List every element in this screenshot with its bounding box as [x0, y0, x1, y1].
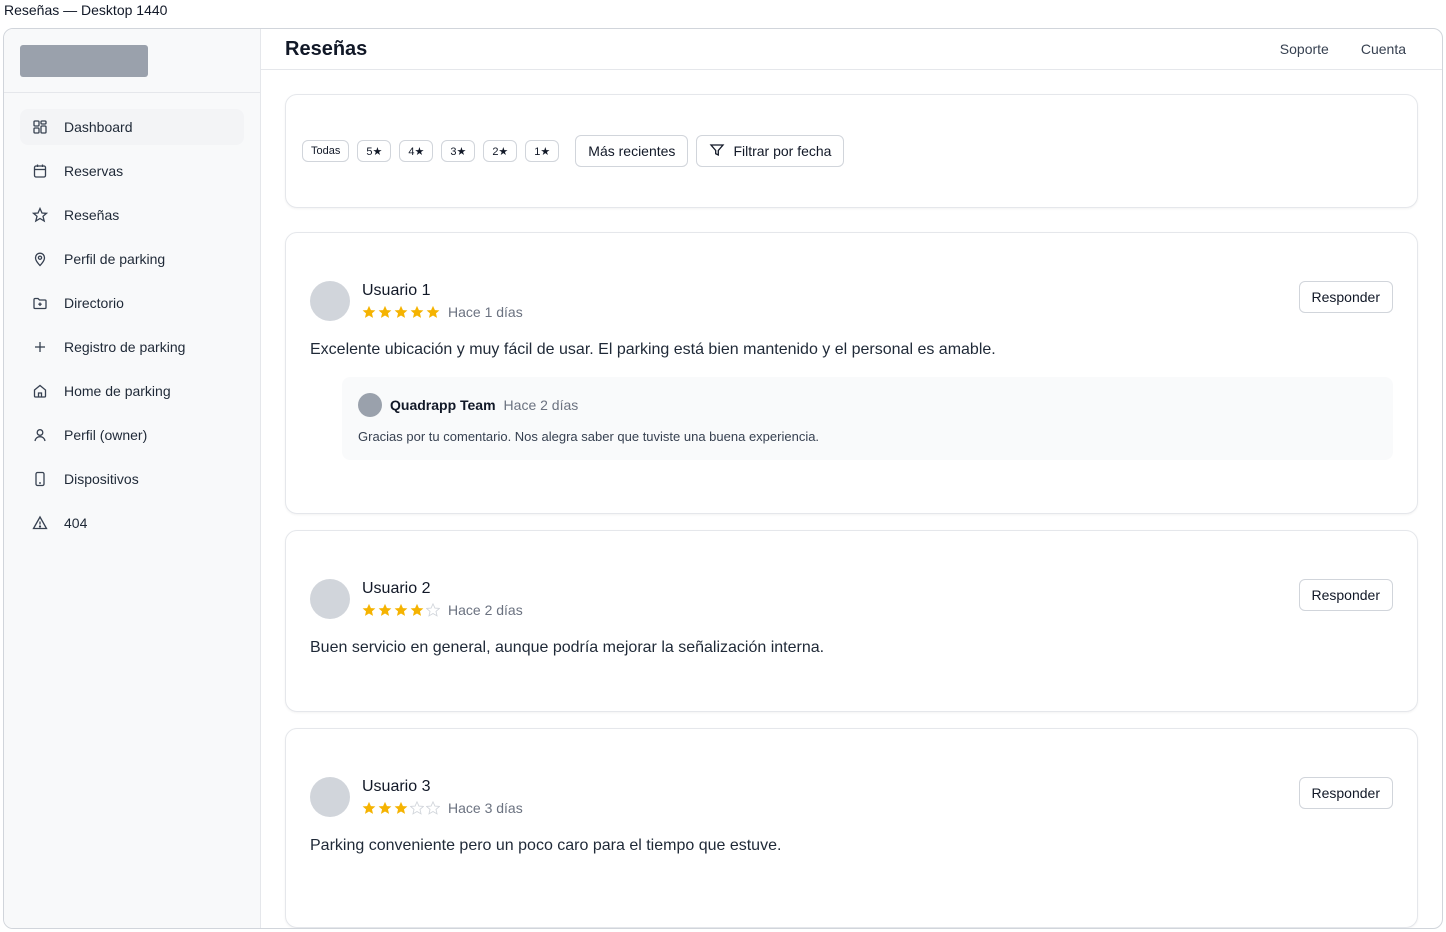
filter-chip-3-stars[interactable]: 3★ [441, 140, 476, 162]
account-link[interactable]: Cuenta [1361, 41, 1406, 57]
review-header: Usuario 2 Hace 2 días [310, 579, 1393, 619]
reply-author: Quadrapp Team [390, 397, 496, 413]
sidebar-item-dispositivos[interactable]: Dispositivos [20, 461, 244, 497]
star-filled-icon [362, 305, 376, 318]
reply-button[interactable]: Responder [1298, 579, 1393, 611]
review-user: Usuario 3 [362, 778, 431, 795]
rating-stars [362, 801, 440, 815]
sidebar-item-label: Reservas [64, 163, 124, 179]
warning-icon [32, 515, 48, 531]
content: Todas 5★ 4★ 3★ 2★ 1★ Más recientes Filtr… [261, 70, 1442, 928]
logo[interactable] [20, 45, 148, 77]
date-filter-button[interactable]: Filtrar por fecha [696, 135, 845, 167]
sidebar-item-label: Dashboard [64, 119, 133, 135]
avatar [310, 281, 350, 321]
device-icon [32, 471, 48, 487]
sidebar-item-registro-parking[interactable]: Registro de parking [20, 329, 244, 365]
rating-stars [362, 305, 440, 319]
filter-bar: Todas 5★ 4★ 3★ 2★ 1★ Más recientes Filtr… [285, 94, 1418, 208]
sidebar-nav: Dashboard Reservas Reseñas Perfil de par… [4, 93, 260, 565]
review-time: Hace 2 días [448, 602, 523, 618]
review-text: Parking conveniente pero un poco caro pa… [310, 837, 782, 854]
star-filled-icon [378, 801, 392, 814]
star-filled-icon [410, 603, 424, 616]
sidebar-item-404[interactable]: 404 [20, 505, 244, 541]
calendar-icon [32, 163, 48, 179]
dashboard-icon [32, 119, 48, 135]
filter-icon [709, 142, 725, 161]
sidebar-item-perfil-owner[interactable]: Perfil (owner) [20, 417, 244, 453]
sidebar-item-dashboard[interactable]: Dashboard [20, 109, 244, 145]
review-text: Buen servicio en general, aunque podría … [310, 639, 825, 656]
sidebar-item-label: Directorio [64, 295, 124, 311]
star-filled-icon [378, 305, 392, 318]
logo-area [4, 29, 260, 93]
sidebar-item-label: Perfil de parking [64, 251, 166, 267]
filter-chip-2-stars[interactable]: 2★ [483, 140, 518, 162]
star-filled-icon [410, 305, 424, 318]
star-filled-icon [378, 603, 392, 616]
page-title: Reseñas [285, 37, 368, 60]
review-card: Usuario 2 Hace 2 días Responder Buen ser… [285, 530, 1418, 712]
star-filled-icon [362, 801, 376, 814]
sidebar-item-label: 404 [64, 515, 88, 531]
main-area: Reseñas Soporte Cuenta Todas 5★ 4★ 3★ 2★… [261, 29, 1442, 928]
review-time: Hace 1 días [448, 304, 523, 320]
reply-text: Gracias por tu comentario. Nos alegra sa… [358, 429, 820, 444]
date-filter-label: Filtrar por fecha [733, 143, 832, 159]
filter-chip-1-star[interactable]: 1★ [525, 140, 560, 162]
review-card: Usuario 3 Hace 3 días Responder Parking … [285, 728, 1418, 928]
topbar-links: Soporte Cuenta [1280, 41, 1418, 57]
reply-button[interactable]: Responder [1298, 281, 1393, 313]
review-time: Hace 3 días [448, 800, 523, 816]
star-empty-icon [426, 801, 440, 815]
star-filled-icon [362, 603, 376, 616]
review-user: Usuario 1 [362, 282, 431, 299]
reply-button[interactable]: Responder [1298, 777, 1393, 809]
app-window: Dashboard Reservas Reseñas Perfil de par… [3, 28, 1443, 929]
review-card: Usuario 1 Hace 1 días Responder Excelent… [285, 232, 1418, 514]
filter-chip-5-stars[interactable]: 5★ [357, 140, 392, 162]
sidebar-item-directorio[interactable]: Directorio [20, 285, 244, 321]
user-icon [32, 427, 48, 443]
review-header: Usuario 1 Hace 1 días [310, 281, 1393, 321]
topbar: Reseñas Soporte Cuenta [261, 29, 1442, 70]
sidebar-item-label: Perfil (owner) [64, 427, 148, 443]
sort-button[interactable]: Más recientes [575, 135, 689, 167]
star-filled-icon [394, 305, 408, 318]
star-filled-icon [394, 603, 408, 616]
avatar [310, 777, 350, 817]
sidebar: Dashboard Reservas Reseñas Perfil de par… [4, 29, 261, 928]
sidebar-item-perfil-parking[interactable]: Perfil de parking [20, 241, 244, 277]
folder-icon [32, 295, 48, 311]
star-icon [32, 207, 48, 223]
sidebar-item-resenas[interactable]: Reseñas [20, 197, 244, 233]
sidebar-item-label: Registro de parking [64, 339, 186, 355]
reply-time: Hace 2 días [503, 397, 579, 413]
owner-reply: Quadrapp Team Hace 2 días Gracias por tu… [342, 377, 1393, 460]
avatar [310, 579, 350, 619]
star-empty-icon [426, 603, 440, 617]
star-filled-icon [426, 305, 440, 318]
star-empty-icon [410, 801, 424, 815]
filter-chip-4-stars[interactable]: 4★ [399, 140, 434, 162]
star-filled-icon [394, 801, 408, 814]
plus-icon [32, 339, 48, 355]
review-header: Usuario 3 Hace 3 días [310, 777, 1393, 817]
avatar [358, 393, 382, 417]
review-user: Usuario 2 [362, 580, 431, 597]
filter-chip-all[interactable]: Todas [302, 140, 350, 162]
sort-label: Más recientes [588, 143, 676, 159]
support-link[interactable]: Soporte [1280, 41, 1329, 57]
sidebar-item-label: Reseñas [64, 207, 120, 223]
review-text: Excelente ubicación y muy fácil de usar.… [310, 341, 996, 358]
sidebar-item-reservas[interactable]: Reservas [20, 153, 244, 189]
sidebar-item-label: Home de parking [64, 383, 171, 399]
rating-stars [362, 603, 440, 617]
sidebar-item-label: Dispositivos [64, 471, 139, 487]
sidebar-item-home-parking[interactable]: Home de parking [20, 373, 244, 409]
home-icon [32, 383, 48, 399]
map-pin-icon [32, 251, 48, 267]
frame-label: Reseñas — Desktop 1440 [4, 2, 168, 18]
